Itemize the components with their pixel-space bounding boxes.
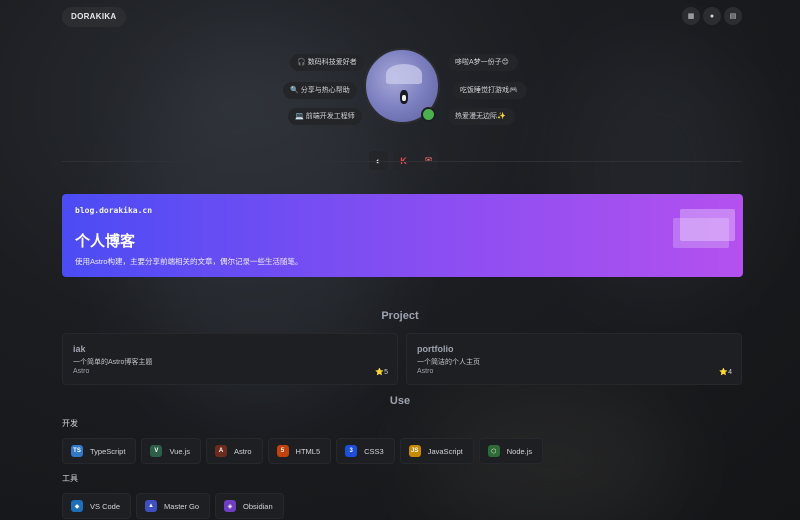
javascript-icon: JS bbox=[408, 445, 421, 457]
tool-chip[interactable]: JS JavaScript bbox=[399, 438, 474, 464]
tool-chip[interactable]: 3 CSS3 bbox=[336, 438, 395, 464]
dev-tools-list: TS TypeScript V Vue.js A Astro 5 HTML5 3 CSS3 JS Ja… bbox=[62, 438, 544, 464]
nodejs-icon: ⬡ bbox=[487, 445, 500, 457]
css3-icon: 3 bbox=[345, 445, 358, 457]
divider bbox=[62, 161, 742, 162]
window-illustration bbox=[673, 218, 729, 248]
vscode-icon: ◆ bbox=[71, 500, 83, 512]
tag-frontend-engineer: 💻 前端开发工程师 bbox=[288, 108, 362, 125]
tool-label: JavaScript bbox=[427, 446, 463, 456]
project-language: Astro bbox=[417, 368, 434, 375]
tag-games: 吃饭睡觉打游戏🎮 bbox=[453, 82, 527, 99]
project-description: 一个简单的Astro博客主题 bbox=[73, 359, 153, 366]
tools-group-label: 工具 bbox=[62, 474, 78, 483]
obsidian-icon: ◈ bbox=[224, 500, 237, 512]
tool-label: HTML5 bbox=[295, 446, 321, 456]
mastergo-icon: ▲ bbox=[145, 500, 158, 512]
project-card-portfolio[interactable]: portfolio 一个简洁的个人主页 Astro ⭐4 bbox=[406, 333, 742, 385]
project-name: iak bbox=[73, 344, 86, 354]
vue-icon: V bbox=[150, 445, 163, 457]
tool-label: Obsidian bbox=[243, 501, 273, 511]
project-name: portfolio bbox=[417, 344, 454, 354]
tool-chip[interactable]: ◈ Obsidian bbox=[215, 493, 284, 519]
blog-description: 使用Astro构建，主要分享前端相关的文章，偶尔记录一些生活随笔。 bbox=[75, 257, 303, 266]
tag-boundless: 热爱漫无边际✨ bbox=[448, 108, 515, 125]
project-stars: ⭐5 bbox=[375, 369, 388, 376]
project-description: 一个简洁的个人主页 bbox=[417, 359, 480, 366]
blog-title: 个人博客 bbox=[75, 233, 136, 250]
tool-chip[interactable]: V Vue.js bbox=[141, 438, 202, 464]
tool-label: Vue.js bbox=[169, 446, 191, 456]
tool-chip[interactable]: 5 HTML5 bbox=[267, 438, 332, 464]
online-status-indicator bbox=[421, 107, 436, 122]
top-bar: DORAKIKA ▦ ● ▤ bbox=[62, 7, 742, 27]
project-stars: ⭐4 bbox=[719, 369, 732, 376]
tool-label: TypeScript bbox=[90, 446, 126, 456]
astro-icon: A bbox=[215, 445, 228, 457]
projects-section-title: Project bbox=[381, 310, 419, 322]
blog-url: blog.dorakika.cn bbox=[75, 206, 153, 215]
tool-label: Astro bbox=[234, 446, 252, 456]
header-actions: ▦ ● ▤ bbox=[682, 7, 742, 25]
dev-group-label: 开发 bbox=[62, 419, 78, 428]
tool-chip[interactable]: ◆ VS Code bbox=[62, 493, 132, 519]
archive-icon[interactable]: ▤ bbox=[724, 7, 742, 25]
brand-logo[interactable]: DORAKIKA bbox=[62, 7, 126, 27]
html5-icon: 5 bbox=[276, 445, 289, 457]
tool-label: VS Code bbox=[90, 501, 121, 511]
blog-card[interactable]: blog.dorakika.cn 个人博客 使用Astro构建，主要分享前端相关… bbox=[62, 194, 743, 277]
tag-doraemon: 哆啦A梦一份子😊 bbox=[448, 54, 518, 71]
tool-label: CSS3 bbox=[364, 446, 384, 456]
tools-list: ◆ VS Code ▲ Master Go ◈ Obsidian bbox=[62, 493, 284, 519]
tool-chip[interactable]: A Astro bbox=[206, 438, 263, 464]
tool-chip[interactable]: ▲ Master Go bbox=[136, 493, 211, 519]
tool-chip[interactable]: TS TypeScript bbox=[62, 438, 137, 464]
profile-hero: 🎧 数码科技爱好者 🔍 分享与热心帮助 💻 前端开发工程师 哆啦A梦一份子😊 吃饭睡觉… bbox=[0, 45, 800, 135]
typescript-icon: TS bbox=[71, 445, 83, 457]
grid-icon[interactable]: ▦ bbox=[682, 7, 700, 25]
tag-sharing: 🔍 分享与热心帮助 bbox=[283, 82, 357, 99]
use-section-title: Use bbox=[389, 395, 411, 407]
tag-tech-lover: 🎧 数码科技爱好者 bbox=[290, 54, 364, 71]
sun-icon[interactable]: ● bbox=[703, 7, 721, 25]
project-card-iak[interactable]: iak 一个简单的Astro博客主题 Astro ⭐5 bbox=[62, 333, 398, 385]
project-language: Astro bbox=[73, 368, 90, 375]
tool-chip[interactable]: ⬡ Node.js bbox=[478, 438, 544, 464]
tool-label: Node.js bbox=[506, 446, 533, 456]
tool-label: Master Go bbox=[164, 501, 200, 511]
